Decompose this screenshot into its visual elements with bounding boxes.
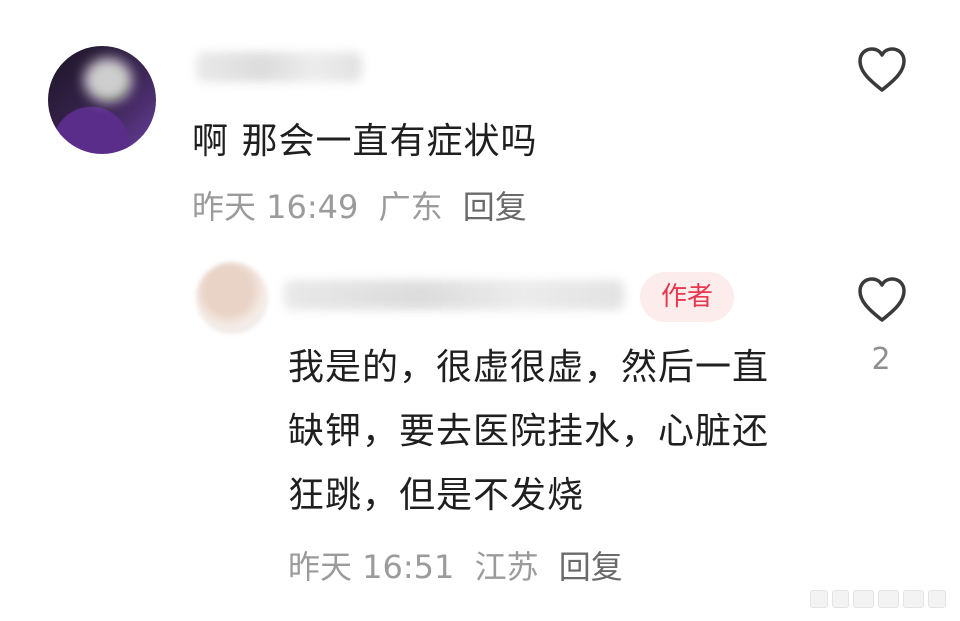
avatar[interactable] [48,46,156,154]
heart-outline-icon[interactable] [856,276,908,324]
reply-location: 江苏 [474,548,539,586]
blurred-username[interactable] [196,52,362,82]
author-badge: 作者 [640,272,734,322]
comment-meta: 昨天 16:49 广东 回复 [192,182,537,228]
reply-time: 昨天 16:51 [288,548,455,586]
avatar[interactable] [196,262,268,334]
reply-meta: 昨天 16:51 江苏 回复 [288,542,633,588]
blurred-username[interactable] [284,280,624,310]
like-count: 2 [871,342,891,377]
comment-text: 啊 那会一直有症状吗 [192,121,538,162]
reply-button[interactable]: 回复 [559,548,623,586]
comment-location: 广东 [378,188,443,226]
reply-text: 我是的，很虚很虚，然后一直缺钾，要去医院挂水，心脏还狂跳，但是不发烧 [288,347,770,516]
heart-outline-icon[interactable] [856,46,908,94]
reply-button[interactable]: 回复 [463,188,527,226]
comment-time: 昨天 16:49 [192,188,359,226]
watermark [810,589,946,609]
